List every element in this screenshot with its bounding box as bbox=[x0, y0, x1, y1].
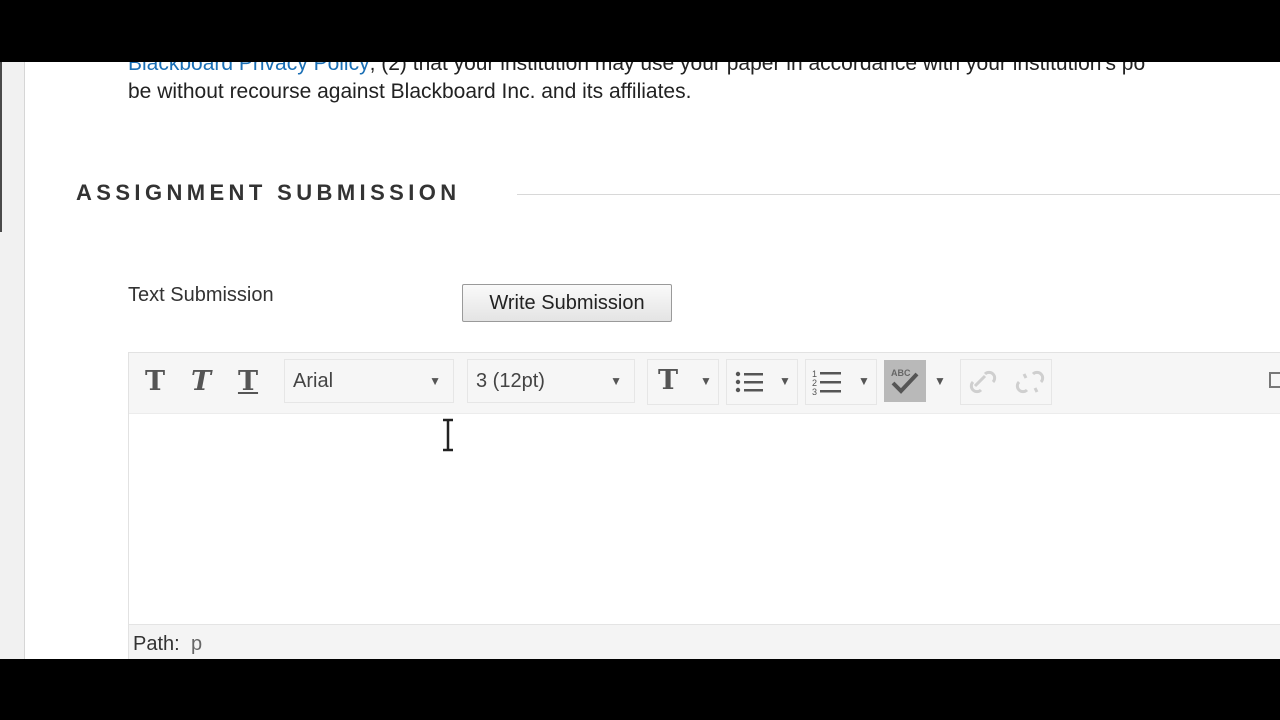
font-family-value: Arial bbox=[293, 369, 334, 392]
section-heading: ASSIGNMENT SUBMISSION bbox=[76, 180, 461, 205]
editor-toolbar: T T T Arial ▼ 3 (12pt) ▼ T ▼ ▼ 1 2 3 ▼ A… bbox=[129, 353, 1280, 414]
font-family-select[interactable]: Arial ▼ bbox=[284, 359, 454, 403]
path-value: p bbox=[191, 633, 203, 655]
spellcheck-options-caret[interactable]: ▼ bbox=[934, 374, 946, 388]
text-cursor-icon bbox=[443, 418, 453, 452]
link-icon[interactable] bbox=[969, 370, 997, 394]
unlink-icon[interactable] bbox=[1015, 370, 1045, 394]
policy-line2: be without recourse against Blackboard I… bbox=[128, 80, 692, 103]
font-size-select[interactable]: 3 (12pt) ▼ bbox=[467, 359, 635, 403]
section-divider bbox=[517, 194, 1280, 195]
left-gutter bbox=[0, 62, 25, 659]
link-group bbox=[960, 359, 1052, 405]
bold-icon: T bbox=[144, 365, 166, 397]
editor-path-bar: Path: p bbox=[129, 624, 1280, 659]
chevron-down-icon: ▼ bbox=[858, 374, 870, 388]
svg-text:ABC: ABC bbox=[891, 368, 911, 378]
path-label: Path: bbox=[133, 633, 180, 655]
font-size-value: 3 (12pt) bbox=[476, 369, 545, 392]
fullscreen-button[interactable] bbox=[1263, 360, 1280, 402]
write-submission-button[interactable]: Write Submission bbox=[462, 284, 672, 322]
spellcheck-button[interactable]: ABC bbox=[884, 360, 926, 402]
chevron-down-icon: ▼ bbox=[429, 374, 441, 388]
italic-icon: T bbox=[190, 365, 212, 397]
bullet-list-button[interactable]: ▼ bbox=[726, 359, 798, 405]
chevron-down-icon: ▼ bbox=[610, 374, 622, 388]
underline-icon: T bbox=[237, 365, 259, 397]
underline-button[interactable]: T bbox=[228, 360, 268, 402]
text-editor: T T T Arial ▼ 3 (12pt) ▼ T ▼ ▼ 1 2 3 ▼ A… bbox=[128, 352, 1280, 659]
chevron-down-icon: ▼ bbox=[779, 374, 791, 388]
spellcheck-icon: ABC bbox=[891, 368, 919, 394]
policy-text: Blackboard Privacy Policy; (2) that your… bbox=[128, 62, 1280, 106]
chevron-down-icon: ▼ bbox=[700, 374, 712, 388]
text-color-icon: T bbox=[658, 365, 679, 396]
policy-line1-rest: ; (2) that your institution may use your… bbox=[369, 62, 1146, 75]
text-submission-label: Text Submission bbox=[128, 284, 274, 306]
editor-body[interactable] bbox=[129, 414, 1280, 624]
monitor-icon bbox=[1269, 372, 1280, 388]
privacy-policy-link[interactable]: Blackboard Privacy Policy bbox=[128, 62, 370, 75]
bullet-list-icon bbox=[735, 371, 763, 393]
italic-button[interactable]: T bbox=[181, 360, 221, 402]
numbered-list-icon: 1 2 3 bbox=[812, 369, 841, 396]
svg-text:3: 3 bbox=[812, 387, 817, 396]
text-color-button[interactable]: T ▼ bbox=[647, 359, 719, 405]
bold-button[interactable]: T bbox=[135, 360, 175, 402]
page-content: Blackboard Privacy Policy; (2) that your… bbox=[0, 62, 1280, 659]
numbered-list-button[interactable]: 1 2 3 ▼ bbox=[805, 359, 877, 405]
